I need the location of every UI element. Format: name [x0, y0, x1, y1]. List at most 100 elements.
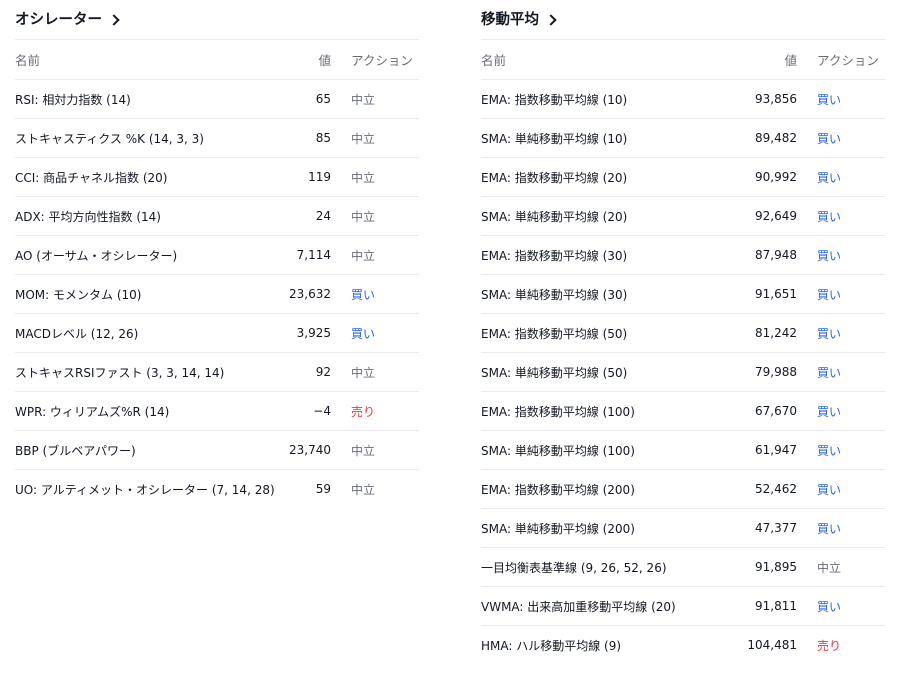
table-row: EMA: 指数移動平均線 (200) 52,462 買い	[481, 469, 885, 509]
indicator-value: 7,114	[285, 235, 331, 275]
oscillators-panel: オシレーター 名前 値 アクション RSI: 相対力指数 (14) 65 中立 ストキ…	[15, 0, 419, 508]
indicator-action-buy: 買い	[797, 430, 885, 470]
table-row: SMA: 単純移動平均線 (100) 61,947 買い	[481, 430, 885, 470]
column-header-value: 値	[736, 40, 797, 80]
oscillators-table: 名前 値 アクション RSI: 相対力指数 (14) 65 中立 ストキャスティクス …	[15, 40, 419, 508]
moving-averages-table-body: EMA: 指数移動平均線 (10) 93,856 買い SMA: 単純移動平均線 (1…	[481, 79, 885, 665]
indicator-name: SMA: 単純移動平均線 (30)	[481, 274, 736, 314]
chevron-right-icon	[545, 14, 557, 26]
indicator-name: EMA: 指数移動平均線 (100)	[481, 391, 736, 431]
indicator-action-buy: 買い	[797, 274, 885, 314]
indicator-action-buy: 買い	[797, 79, 885, 119]
table-row: RSI: 相対力指数 (14) 65 中立	[15, 79, 419, 119]
indicator-name: ストキャスRSIファスト (3, 3, 14, 14)	[15, 352, 285, 392]
table-row: 一目均衡表基準線 (9, 26, 52, 26) 91,895 中立	[481, 547, 885, 587]
indicator-value: 89,482	[736, 118, 797, 158]
indicator-action-buy: 買い	[797, 235, 885, 275]
indicator-action-neutral: 中立	[331, 196, 419, 236]
indicator-value: 23,632	[285, 274, 331, 314]
table-row: SMA: 単純移動平均線 (50) 79,988 買い	[481, 352, 885, 392]
indicator-action-neutral: 中立	[797, 547, 885, 587]
table-row: SMA: 単純移動平均線 (20) 92,649 買い	[481, 196, 885, 236]
indicator-value: 85	[285, 118, 331, 158]
indicator-name: EMA: 指数移動平均線 (10)	[481, 79, 736, 119]
indicator-action-buy: 買い	[797, 196, 885, 236]
table-row: UO: アルティメット・オシレーター (7, 14, 28) 59 中立	[15, 470, 419, 509]
column-header-action: アクション	[331, 40, 419, 80]
table-header-row: 名前 値 アクション	[15, 40, 419, 80]
indicator-action-neutral: 中立	[331, 118, 419, 158]
indicator-action-buy: 買い	[797, 118, 885, 158]
table-row: MACDレベル (12, 26) 3,925 買い	[15, 313, 419, 353]
oscillators-table-body: RSI: 相対力指数 (14) 65 中立 ストキャスティクス %K (14, 3, …	[15, 79, 419, 509]
table-header-row: 名前 値 アクション	[481, 40, 885, 80]
indicator-name: BBP (ブルベアパワー)	[15, 430, 285, 470]
indicator-action-buy: 買い	[797, 508, 885, 548]
indicator-action-neutral: 中立	[331, 352, 419, 392]
indicator-value: 104,481	[747, 638, 797, 652]
indicator-name: WPR: ウィリアムズ%R (14)	[15, 391, 285, 431]
indicator-action-buy: 買い	[331, 274, 419, 314]
indicator-value: 47,377	[736, 508, 797, 548]
indicator-value: 52,462	[736, 469, 797, 509]
table-row: WPR: ウィリアムズ%R (14) −4 売り	[15, 391, 419, 431]
indicator-value: 67,670	[736, 391, 797, 431]
table-row: EMA: 指数移動平均線 (50) 81,242 買い	[481, 313, 885, 353]
indicator-name: SMA: 単純移動平均線 (10)	[481, 118, 736, 158]
moving-averages-title: 移動平均	[481, 11, 539, 28]
indicator-action-buy: 買い	[797, 391, 885, 431]
indicator-name: UO: アルティメット・オシレーター (7, 14, 28)	[15, 482, 275, 497]
indicator-name: SMA: 単純移動平均線 (200)	[481, 508, 736, 548]
table-row: ADX: 平均方向性指数 (14) 24 中立	[15, 196, 419, 236]
indicator-value: 91,895	[736, 547, 797, 587]
column-header-name: 名前	[15, 40, 285, 80]
indicator-value: 79,988	[736, 352, 797, 392]
indicator-action-neutral: 中立	[351, 482, 376, 497]
indicator-value: 24	[285, 196, 331, 236]
indicator-name: MACDレベル (12, 26)	[15, 313, 285, 353]
indicator-action-neutral: 中立	[331, 79, 419, 119]
indicator-value: 65	[285, 79, 331, 119]
table-row: EMA: 指数移動平均線 (10) 93,856 買い	[481, 79, 885, 119]
indicator-value: 93,856	[736, 79, 797, 119]
indicator-action-buy: 買い	[331, 313, 419, 353]
table-row: MOM: モメンタム (10) 23,632 買い	[15, 274, 419, 314]
indicator-name: SMA: 単純移動平均線 (50)	[481, 352, 736, 392]
table-row: SMA: 単純移動平均線 (30) 91,651 買い	[481, 274, 885, 314]
indicator-value: 91,811	[736, 586, 797, 626]
indicator-value: 91,651	[736, 274, 797, 314]
table-row: EMA: 指数移動平均線 (100) 67,670 買い	[481, 391, 885, 431]
indicator-value: 59	[315, 482, 331, 496]
indicator-action-sell: 売り	[331, 391, 419, 431]
indicator-action-neutral: 中立	[331, 157, 419, 197]
column-header-action: アクション	[797, 40, 885, 80]
indicator-action-sell: 売り	[817, 638, 842, 653]
table-row: SMA: 単純移動平均線 (10) 89,482 買い	[481, 118, 885, 158]
indicator-action-buy: 買い	[797, 586, 885, 626]
indicator-name: RSI: 相対力指数 (14)	[15, 79, 285, 119]
indicator-value: 81,242	[736, 313, 797, 353]
oscillators-title-link[interactable]: オシレーター	[15, 0, 419, 40]
indicator-name: EMA: 指数移動平均線 (30)	[481, 235, 736, 275]
moving-averages-table: 名前 値 アクション EMA: 指数移動平均線 (10) 93,856 買い SMA:…	[481, 40, 885, 664]
oscillators-title: オシレーター	[15, 11, 102, 28]
table-row: HMA: ハル移動平均線 (9) 104,481 売り	[481, 626, 885, 665]
indicator-name: VWMA: 出来高加重移動平均線 (20)	[481, 586, 736, 626]
table-row: EMA: 指数移動平均線 (20) 90,992 買い	[481, 157, 885, 197]
indicator-value: 3,925	[285, 313, 331, 353]
indicator-value: 61,947	[736, 430, 797, 470]
indicator-name: ADX: 平均方向性指数 (14)	[15, 196, 285, 236]
indicator-name: CCI: 商品チャネル指数 (20)	[15, 157, 285, 197]
indicator-value: −4	[285, 391, 331, 431]
table-row: ストキャスティクス %K (14, 3, 3) 85 中立	[15, 118, 419, 158]
indicator-name: SMA: 単純移動平均線 (20)	[481, 196, 736, 236]
indicator-action-buy: 買い	[797, 352, 885, 392]
indicator-name: EMA: 指数移動平均線 (20)	[481, 157, 736, 197]
indicator-action-neutral: 中立	[331, 235, 419, 275]
indicator-name: 一目均衡表基準線 (9, 26, 52, 26)	[481, 547, 736, 587]
indicator-name: MOM: モメンタム (10)	[15, 274, 285, 314]
moving-averages-title-link[interactable]: 移動平均	[481, 0, 885, 40]
column-header-value: 値	[285, 40, 331, 80]
indicator-value: 119	[285, 157, 331, 197]
indicator-name: ストキャスティクス %K (14, 3, 3)	[15, 118, 285, 158]
